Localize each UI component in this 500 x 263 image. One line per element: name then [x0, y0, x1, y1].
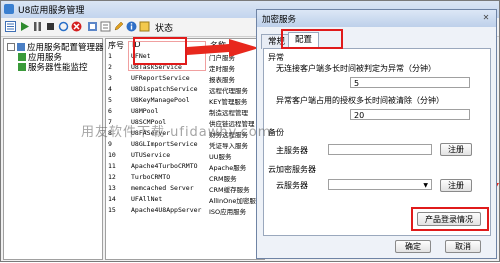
- config-panel: 异常 无连接客户端多长时间被判定为异常（分钟） 5 异常客户端占用的授权多长时间…: [263, 48, 491, 236]
- main-server-label: 主服务器: [276, 146, 308, 155]
- timeout-label: 无连接客户端多长时间被判定为异常（分钟）: [276, 64, 436, 73]
- dialog-title: 加密服务: [262, 15, 297, 25]
- clear-label: 异常客户端占用的授权多长时间被清除（分钟）: [276, 96, 444, 105]
- ok-button[interactable]: 确定: [395, 240, 431, 253]
- clear-input[interactable]: 20: [350, 109, 470, 120]
- register-cloud-button[interactable]: 注册: [440, 179, 472, 192]
- highlight-config-tab: [281, 29, 343, 49]
- chevron-down-icon: ▼: [423, 182, 428, 189]
- section-exception: 异常: [268, 53, 284, 62]
- cancel-button[interactable]: 取消: [445, 240, 481, 253]
- cloud-server-label: 云服务器: [276, 181, 308, 190]
- cloud-server-select[interactable]: ▼: [328, 179, 432, 190]
- encryption-service-dialog: 加密服务 ✕ 常规 配置 异常 无连接客户端多长时间被判定为异常（分钟） 5 异…: [256, 9, 497, 259]
- highlight-ufnet-row: [133, 37, 187, 65]
- main-server-input[interactable]: [328, 144, 432, 155]
- arrow-to-dialog: [187, 39, 259, 57]
- close-icon[interactable]: ✕: [480, 13, 492, 23]
- register-button[interactable]: 注册: [440, 143, 472, 156]
- timeout-input[interactable]: 5: [350, 77, 470, 88]
- dialog-title-bar: 加密服务 ✕: [257, 10, 496, 27]
- main-window: U8应用服务管理 状态 应用服务配置管理器 应用服务 服务器性能监控 序号 ID…: [0, 0, 500, 262]
- section-cloud: 云加密服务器: [268, 165, 316, 174]
- highlight-product-login: [411, 207, 489, 231]
- watermark-text: 用友软件下载 ufidawhy.com: [81, 125, 272, 140]
